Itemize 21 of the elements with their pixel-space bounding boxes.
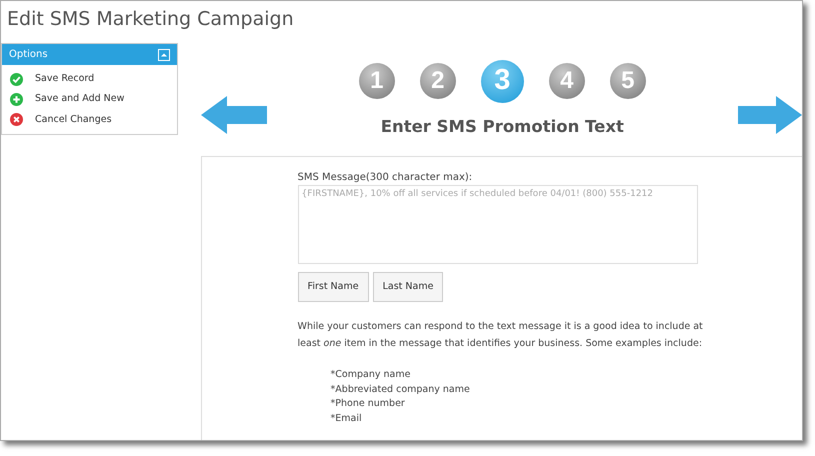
panel-title: Options <box>9 48 48 62</box>
example-item: *Email <box>330 412 363 426</box>
back-arrow-icon[interactable] <box>200 96 267 134</box>
menu-item[interactable]: Cancel Changes <box>2 110 177 130</box>
field-label: SMS Message(300 character max): <box>298 170 474 185</box>
plus-icon <box>10 92 23 106</box>
check-icon <box>10 72 23 86</box>
example-item: *Abbreviated company name <box>330 382 471 396</box>
menu-item[interactable]: Save and Add New <box>2 89 177 110</box>
insert-field-button[interactable]: Last Name <box>372 272 444 302</box>
next-arrow-icon[interactable] <box>738 96 802 134</box>
close-icon <box>10 113 23 126</box>
step-heading: Enter SMS Promotion Text <box>380 116 624 138</box>
example-item: *Phone number <box>330 397 406 411</box>
collapse-icon[interactable] <box>158 48 170 60</box>
menu-item[interactable]: Save Record <box>2 69 177 90</box>
example-item: *Company name <box>330 368 412 382</box>
window-title: Edit SMS Marketing Campaign <box>6 7 295 32</box>
insert-field-button[interactable]: First Name <box>298 272 369 302</box>
hint-text: While your customers can respond to the text message it is a good idea to include at least one item in the message that identifies your business. Some examples include: <box>298 320 704 351</box>
message-field[interactable]: {FIRSTNAME}, 10% off all services if scheduled before 04/01! (800) 555-1212 <box>298 184 698 264</box>
